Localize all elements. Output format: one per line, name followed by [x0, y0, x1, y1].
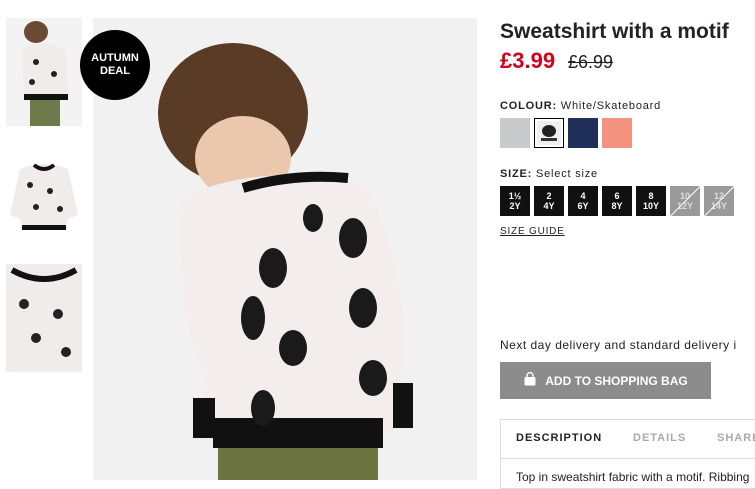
- product-old-price: £6.99: [568, 52, 614, 72]
- add-to-shopping-bag-button[interactable]: ADD TO SHOPPING BAG: [500, 362, 711, 399]
- size-option[interactable]: 2 4Y: [534, 186, 564, 216]
- delivery-info: Next day delivery and standard delivery …: [500, 338, 737, 352]
- colour-label: COLOUR:: [500, 100, 557, 112]
- colour-swatch-dark-blue[interactable]: [568, 118, 598, 148]
- colour-label-row: COLOUR: White/Skateboard: [500, 100, 661, 112]
- size-guide-link[interactable]: SIZE GUIDE: [500, 226, 565, 237]
- size-option-bottom: 4Y: [543, 201, 555, 211]
- autumn-deal-badge: AUTUMN DEAL: [80, 30, 150, 100]
- size-option-bottom: 6Y: [577, 201, 589, 211]
- size-option[interactable]: 6 8Y: [602, 186, 632, 216]
- product-title: Sweatshirt with a motif: [500, 20, 729, 43]
- size-option-bottom: 8Y: [611, 201, 623, 211]
- swatch-image: [537, 121, 561, 145]
- colour-swatch-white-skateboard[interactable]: [534, 118, 564, 148]
- size-option-bottom: 14Y: [710, 201, 727, 211]
- size-option-top: 8: [648, 191, 654, 201]
- size-option-top: 10: [679, 191, 690, 201]
- colour-swatch-coral[interactable]: [602, 118, 632, 148]
- thumbnail-2[interactable]: [6, 145, 82, 255]
- product-info-tabs: DESCRIPTION DETAILS SHARE Top in sweatsh…: [500, 419, 755, 489]
- colour-swatches: [500, 118, 632, 148]
- size-options: 1½ 2Y 2 4Y 4 6Y 6 8Y 8 10Y 10 12Y 12 14Y: [500, 186, 734, 216]
- size-option: 10 12Y: [670, 186, 700, 216]
- size-label: SIZE:: [500, 168, 533, 180]
- badge-line-2: DEAL: [100, 65, 130, 77]
- product-main-image[interactable]: [93, 18, 477, 480]
- size-option[interactable]: 1½ 2Y: [500, 186, 530, 216]
- size-option[interactable]: 4 6Y: [568, 186, 598, 216]
- thumbnail-1[interactable]: [6, 18, 82, 126]
- size-option-top: 12: [713, 191, 724, 201]
- size-option-top: 4: [580, 191, 586, 201]
- size-option: 12 14Y: [704, 186, 734, 216]
- size-option-top: 6: [614, 191, 620, 201]
- product-price: £3.99: [500, 48, 556, 73]
- add-to-bag-label: ADD TO SHOPPING BAG: [545, 373, 688, 388]
- tab-divider: [501, 458, 755, 459]
- size-label-row: SIZE: Select size: [500, 168, 598, 180]
- description-text: Top in sweatshirt fabric with a motif. R…: [516, 470, 750, 484]
- size-option-bottom: 10Y: [642, 201, 659, 211]
- shopping-bag-icon: [523, 371, 537, 389]
- colour-swatch-grey-melange[interactable]: [500, 118, 530, 148]
- size-option-bottom: 12Y: [676, 201, 693, 211]
- tab-description[interactable]: DESCRIPTION: [516, 432, 602, 444]
- tab-share[interactable]: SHARE: [717, 432, 755, 444]
- tab-details[interactable]: DETAILS: [633, 432, 686, 444]
- size-option[interactable]: 8 10Y: [636, 186, 666, 216]
- size-option-bottom: 2Y: [509, 201, 521, 211]
- size-option-top: 2: [546, 191, 552, 201]
- size-option-top: 1½: [508, 191, 522, 201]
- size-value: Select size: [535, 168, 598, 180]
- colour-value: White/Skateboard: [560, 100, 662, 112]
- badge-line-1: AUTUMN: [91, 52, 139, 64]
- thumbnail-3[interactable]: [6, 264, 82, 372]
